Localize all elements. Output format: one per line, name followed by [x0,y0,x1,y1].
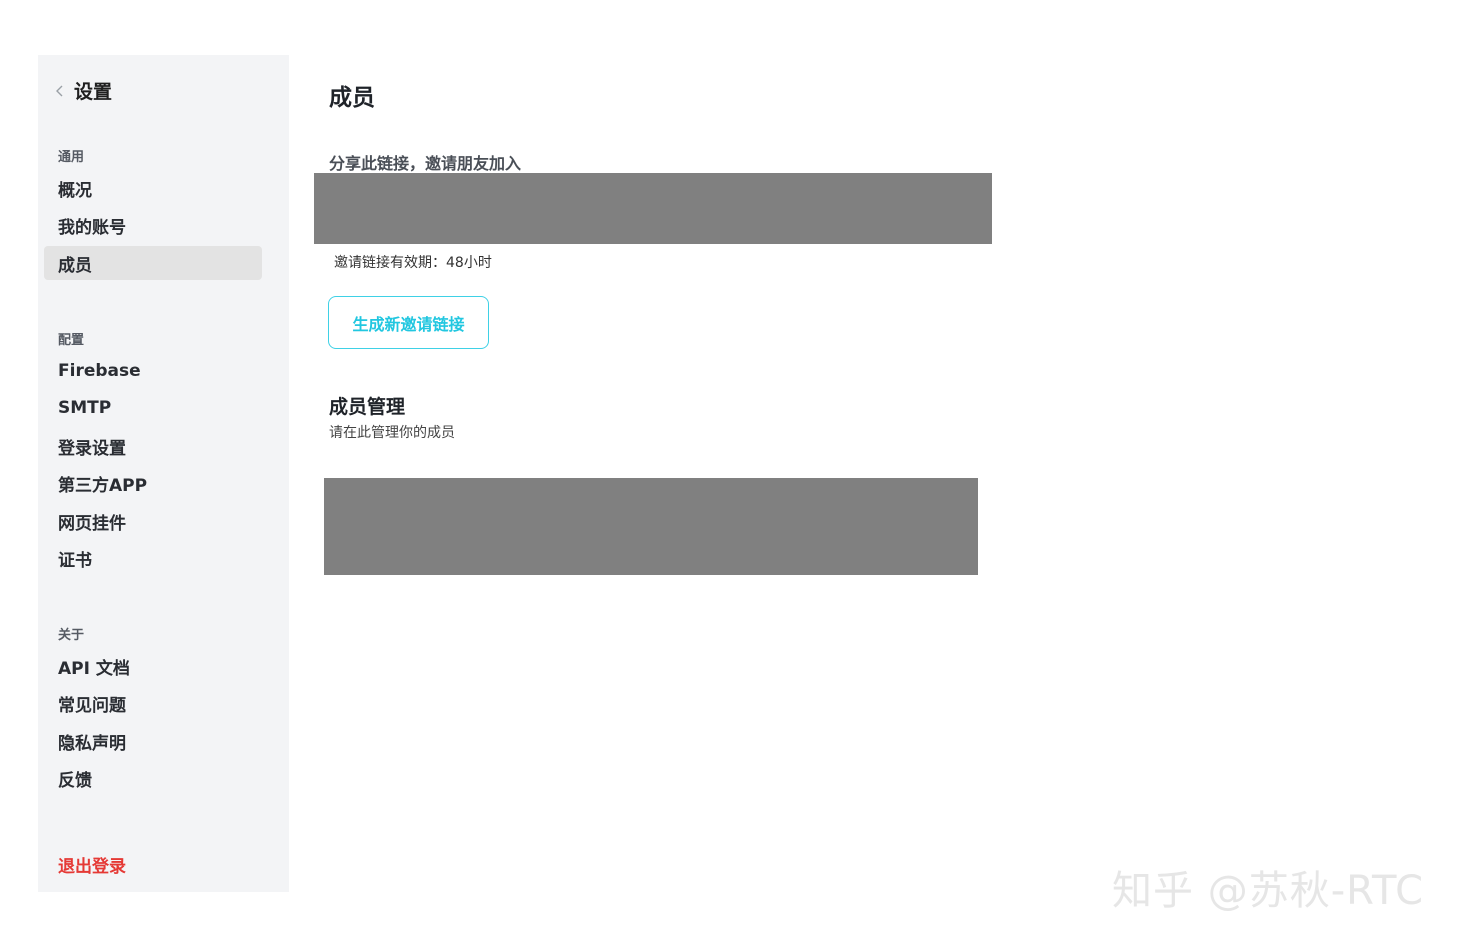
member-management-subtitle: 请在此管理你的成员 [329,425,455,441]
sidebar-item-api-docs[interactable]: API 文档 [44,649,262,683]
sidebar-item-overview[interactable]: 概况 [44,171,262,205]
sidebar-item-third-party-app[interactable]: 第三方APP [44,466,262,500]
sidebar-title: 设置 [74,81,113,103]
watermark: 知乎 @苏秋-RTC [1112,868,1425,914]
sidebar-item-faq[interactable]: 常见问题 [44,686,262,720]
redacted-invite-link [314,173,992,244]
sidebar-item-certificate[interactable]: 证书 [44,541,262,575]
sidebar-item-privacy[interactable]: 隐私声明 [44,724,262,758]
sidebar-item-login-settings[interactable]: 登录设置 [44,429,262,463]
sidebar: 设置 通用 概况 我的账号 成员 配置 Firebase SMTP 登录设置 第… [38,55,289,892]
sidebar-header: 设置 [48,77,112,104]
sidebar-item-firebase[interactable]: Firebase [44,354,262,388]
generate-invite-link-button[interactable]: 生成新邀请链接 [328,296,489,349]
group-label-config: 配置 [58,333,85,348]
invite-expiry-text: 邀请链接有效期：48小时 [334,255,492,271]
sidebar-item-web-widget[interactable]: 网页挂件 [44,504,262,538]
settings-page: 设置 通用 概况 我的账号 成员 配置 Firebase SMTP 登录设置 第… [0,0,1480,943]
sidebar-item-feedback[interactable]: 反馈 [44,761,262,795]
sidebar-item-smtp[interactable]: SMTP [44,391,262,425]
logout-button[interactable]: 退出登录 [58,852,126,877]
redacted-member-list [324,478,978,575]
page-title: 成员 [329,85,375,111]
sidebar-item-members[interactable]: 成员 [44,246,262,280]
share-link-label: 分享此链接，邀请朋友加入 [329,154,522,173]
sidebar-item-my-account[interactable]: 我的账号 [44,208,262,242]
member-management-title: 成员管理 [329,396,406,418]
group-label-general: 通用 [58,150,85,165]
group-label-about: 关于 [58,628,85,643]
chevron-left-icon[interactable] [48,79,72,103]
